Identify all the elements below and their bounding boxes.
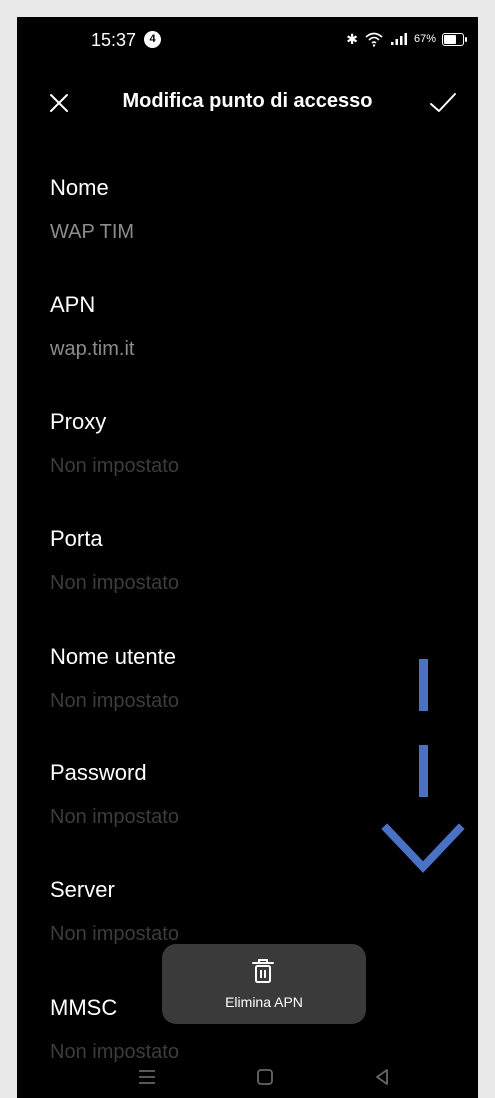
- phone-screen: 15:37 4 ✱ 67% Modifica punto di accesso …: [17, 17, 478, 1098]
- field-label: Porta: [50, 526, 103, 551]
- navigation-bar: [17, 1057, 478, 1098]
- status-icons: ✱ 67%: [346, 29, 467, 49]
- back-icon[interactable]: [370, 1065, 394, 1089]
- check-icon[interactable]: [428, 90, 458, 116]
- down-arrow-icon: [381, 659, 465, 873]
- field-value: Non impostato: [50, 690, 179, 712]
- field-proxy[interactable]: Proxy Non impostato: [50, 408, 410, 479]
- status-bar: 15:37 4 ✱ 67%: [17, 17, 478, 63]
- page-title: Modifica punto di accesso: [122, 90, 373, 112]
- field-label: Proxy: [50, 409, 107, 434]
- trash-icon: [252, 959, 274, 983]
- battery-fill: [444, 34, 456, 44]
- field-value: WAP TIM: [50, 221, 135, 243]
- field-label: Nome: [50, 175, 109, 200]
- field-value: wap.tim.it: [50, 338, 135, 360]
- field-label: Nome utente: [50, 644, 176, 669]
- field-value: Non impostato: [50, 455, 179, 477]
- field-porta[interactable]: Porta Non impostato: [50, 525, 410, 596]
- field-value: Non impostato: [50, 806, 179, 828]
- wifi-icon: [365, 32, 383, 47]
- delete-apn-button[interactable]: Elimina APN: [162, 944, 366, 1024]
- battery-icon: [442, 32, 467, 46]
- field-label: APN: [50, 292, 96, 317]
- home-icon[interactable]: [253, 1065, 277, 1089]
- field-server[interactable]: Server Non impostato: [50, 876, 410, 947]
- menu-icon[interactable]: [135, 1065, 159, 1089]
- field-nome[interactable]: Nome WAP TIM: [50, 174, 410, 245]
- app-header: Modifica punto di accesso: [17, 77, 478, 129]
- field-label: Password: [50, 760, 147, 785]
- battery-tip: [465, 36, 467, 42]
- delete-apn-label: Elimina APN: [225, 994, 303, 1010]
- field-value: Non impostato: [50, 572, 179, 594]
- field-apn[interactable]: APN wap.tim.it: [50, 291, 410, 362]
- field-label: Server: [50, 877, 115, 902]
- field-password[interactable]: Password Non impostato: [50, 759, 410, 830]
- bluetooth-icon: ✱: [346, 31, 358, 47]
- field-nome-utente[interactable]: Nome utente Non impostato: [50, 643, 410, 714]
- status-time: 15:37: [91, 30, 137, 50]
- battery-percentage: 67%: [413, 33, 436, 45]
- signal-icon: [390, 33, 407, 45]
- notification-badge: 4: [144, 31, 161, 48]
